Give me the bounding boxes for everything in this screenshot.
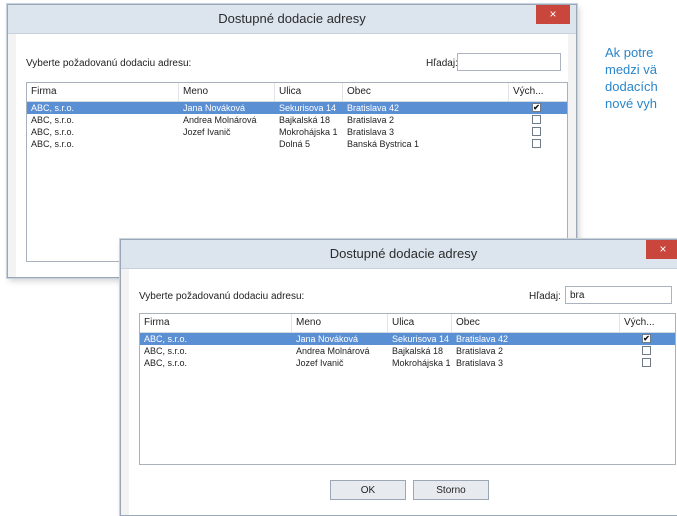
table-row[interactable]: ABC, s.r.o. Dolná 5 Banská Bystrica 1: [27, 138, 567, 150]
cell-ulica: Mokrohájska 1: [392, 358, 451, 368]
cell-ulica: Dolná 5: [279, 139, 311, 149]
table-row[interactable]: ABC, s.r.o. Andrea Molnárová Bajkalská 1…: [140, 345, 675, 357]
side-description-text: Ak potre medzi vä dodacích nové vyh: [605, 44, 658, 112]
search-label: Hľadaj:: [426, 58, 458, 69]
table-row[interactable]: ABC, s.r.o. Jozef Ivanič Mokrohájska 1 B…: [27, 126, 567, 138]
default-checkbox[interactable]: ✔: [532, 103, 541, 112]
column-header-obec[interactable]: Obec: [452, 314, 620, 332]
search-input[interactable]: [457, 53, 561, 71]
title-bar[interactable]: Dostupné dodacie adresy ×: [121, 240, 677, 269]
table-row[interactable]: ABC, s.r.o. Jana Nováková Sekurisova 14 …: [27, 102, 567, 114]
default-checkbox[interactable]: [642, 358, 651, 367]
table-header: Firma Meno Ulica Obec Vých...: [27, 83, 567, 102]
dialog-content: Vyberte požadovanú dodaciu adresu: Hľada…: [129, 269, 677, 515]
cell-obec: Bratislava 42: [347, 103, 400, 113]
address-table: Firma Meno Ulica Obec Vých... ABC, s.r.o…: [26, 82, 568, 262]
column-header-firma[interactable]: Firma: [140, 314, 292, 332]
side-text-line: medzi vä: [605, 62, 658, 77]
cell-meno: Jana Nováková: [296, 334, 359, 344]
side-text-line: dodacích: [605, 79, 658, 94]
cell-firma: ABC, s.r.o.: [144, 358, 188, 368]
cell-firma: ABC, s.r.o.: [144, 346, 188, 356]
cell-firma: ABC, s.r.o.: [31, 115, 75, 125]
close-icon: ×: [659, 242, 667, 256]
cell-obec: Bratislava 2: [456, 346, 504, 356]
address-dialog-front: Dostupné dodacie adresy × Vyberte požado…: [120, 239, 677, 516]
cell-meno: Andrea Molnárová: [183, 115, 257, 125]
dialog-title: Dostupné dodacie adresy: [218, 11, 366, 26]
table-header: Firma Meno Ulica Obec Vých...: [140, 314, 675, 333]
cell-firma: ABC, s.r.o.: [31, 139, 75, 149]
cell-ulica: Bajkalská 18: [279, 115, 331, 125]
default-checkbox[interactable]: [642, 346, 651, 355]
cell-meno: Andrea Molnárová: [296, 346, 370, 356]
cell-meno: Jozef Ivanič: [296, 358, 344, 368]
cell-obec: Banská Bystrica 1: [347, 139, 420, 149]
cell-meno: [179, 138, 183, 150]
cell-meno: Jozef Ivanič: [183, 127, 231, 137]
title-bar[interactable]: Dostupné dodacie adresy ×: [8, 5, 576, 34]
checkmark-icon: ✔: [533, 103, 540, 112]
column-header-obec[interactable]: Obec: [343, 83, 509, 101]
column-header-meno[interactable]: Meno: [179, 83, 275, 101]
side-text-line: Ak potre: [605, 45, 654, 60]
cell-ulica: Mokrohájska 1: [279, 127, 338, 137]
table-row[interactable]: ABC, s.r.o. Andrea Molnárová Bajkalská 1…: [27, 114, 567, 126]
checkmark-icon: ✔: [643, 334, 650, 343]
column-header-meno[interactable]: Meno: [292, 314, 388, 332]
cell-obec: Bratislava 3: [347, 127, 395, 137]
table-row[interactable]: ABC, s.r.o. Jozef Ivanič Mokrohájska 1 B…: [140, 357, 675, 369]
search-label: Hľadaj:: [529, 291, 561, 302]
column-header-ulica[interactable]: Ulica: [388, 314, 452, 332]
cell-obec: Bratislava 42: [456, 334, 509, 344]
default-checkbox[interactable]: ✔: [642, 334, 651, 343]
cell-firma: ABC, s.r.o.: [31, 127, 75, 137]
cell-obec: Bratislava 2: [347, 115, 395, 125]
cancel-button[interactable]: Storno: [413, 480, 489, 500]
side-text-line: nové vyh: [605, 96, 658, 111]
column-header-ulica[interactable]: Ulica: [275, 83, 343, 101]
search-input[interactable]: [565, 286, 672, 304]
default-checkbox[interactable]: [532, 139, 541, 148]
default-checkbox[interactable]: [532, 127, 541, 136]
address-table: Firma Meno Ulica Obec Vých... ABC, s.r.o…: [139, 313, 676, 465]
cell-firma: ABC, s.r.o.: [31, 103, 75, 113]
close-button[interactable]: ×: [646, 240, 677, 259]
select-prompt: Vyberte požadovanú dodaciu adresu:: [139, 291, 305, 302]
dialog-body: Vyberte požadovanú dodaciu adresu: Hľada…: [121, 269, 677, 515]
select-prompt: Vyberte požadovanú dodaciu adresu:: [26, 58, 192, 69]
dialog-title: Dostupné dodacie adresy: [329, 246, 478, 261]
cell-ulica: Sekurisova 14: [392, 334, 450, 344]
cell-obec: Bratislava 3: [456, 358, 504, 368]
close-button[interactable]: ×: [536, 5, 570, 24]
column-header-vychodzi[interactable]: Vých...: [509, 83, 567, 101]
table-row[interactable]: ABC, s.r.o. Jana Nováková Sekurisova 14 …: [140, 333, 675, 345]
cell-ulica: Bajkalská 18: [392, 346, 444, 356]
default-checkbox[interactable]: [532, 115, 541, 124]
cell-ulica: Sekurisova 14: [279, 103, 337, 113]
ok-button[interactable]: OK: [330, 480, 406, 500]
address-dialog-back: Dostupné dodacie adresy × Vyberte požado…: [7, 4, 577, 278]
column-header-vychodzi[interactable]: Vých...: [620, 314, 675, 332]
column-header-firma[interactable]: Firma: [27, 83, 179, 101]
cell-meno: Jana Nováková: [183, 103, 246, 113]
cell-firma: ABC, s.r.o.: [144, 334, 188, 344]
close-icon: ×: [549, 7, 557, 21]
